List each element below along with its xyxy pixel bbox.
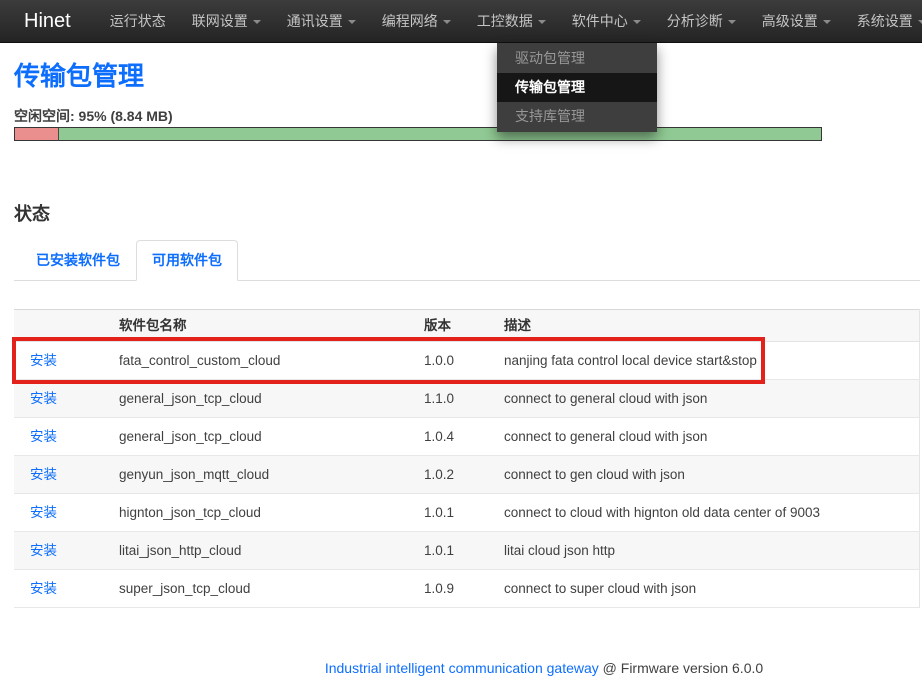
top-navbar: Hinet 运行状态 联网设置 通讯设置 编程网络 工控数据 软件中心 分析诊断 高级设置 系统… [0, 0, 922, 43]
nav-item-8[interactable]: 高级设置 [749, 0, 844, 42]
description-cell: connect to cloud with hignton old data c… [494, 494, 920, 532]
main-menu: 运行状态联网设置通讯设置编程网络工控数据软件中心分析诊断高级设置系统设置退出 [97, 0, 922, 42]
chevron-down-icon [348, 20, 356, 24]
page: Hinet 运行状态 联网设置 通讯设置 编程网络 工控数据 软件中心 分析诊断 高级设置 系统… [0, 0, 922, 689]
nav-item-label: 高级设置 [762, 13, 818, 29]
nav-item-5[interactable]: 工控数据 [464, 0, 559, 42]
firmware-version-text: @ Firmware version 6.0.0 [599, 660, 763, 676]
version-cell: 1.0.9 [414, 570, 494, 608]
description-cell: litai cloud json http [494, 532, 920, 570]
dropdown-item-3[interactable]: 支持库管理 [497, 102, 657, 131]
install-link[interactable]: 安装 [30, 391, 57, 406]
package-name-cell: fata_control_custom_cloud [109, 342, 414, 380]
chevron-down-icon [538, 20, 546, 24]
page-footer: Industrial intelligent communication gat… [90, 660, 922, 676]
main-content: 传输包管理 空闲空间: 95% (8.84 MB) 状态 已安装软件包可用软件包… [0, 60, 922, 676]
install-link[interactable]: 安装 [30, 467, 57, 482]
description-cell: connect to general cloud with json [494, 380, 920, 418]
nav-item-2[interactable]: 联网设置 [179, 0, 274, 42]
chevron-down-icon [728, 20, 736, 24]
version-cell: 1.0.1 [414, 494, 494, 532]
version-cell: 1.1.0 [414, 380, 494, 418]
nav-item-9[interactable]: 系统设置 [844, 0, 922, 42]
free-space-label: 空闲空间: 95% (8.84 MB) [14, 108, 922, 124]
package-tabs: 已安装软件包可用软件包 [14, 240, 920, 281]
version-cell: 1.0.0 [414, 342, 494, 380]
nav-item-label: 联网设置 [192, 13, 248, 29]
package-name-cell: hignton_json_tcp_cloud [109, 494, 414, 532]
package-name-cell: general_json_tcp_cloud [109, 380, 414, 418]
install-link[interactable]: 安装 [30, 543, 57, 558]
table-row: 安装 genyun_json_mqtt_cloud1.0.2connect to … [14, 456, 920, 494]
table-row: 安装 hignton_json_tcp_cloud1.0.1connect to … [14, 494, 920, 532]
version-cell: 1.0.1 [414, 532, 494, 570]
used-space-segment [15, 128, 59, 140]
package-name-cell: litai_json_http_cloud [109, 532, 414, 570]
chevron-down-icon [443, 20, 451, 24]
header-version: 版本 [414, 310, 494, 342]
software-center-dropdown: 驱动包管理传输包管理支持库管理 [497, 43, 657, 132]
package-name-cell: general_json_tcp_cloud [109, 418, 414, 456]
nav-item-7[interactable]: 分析诊断 [654, 0, 749, 42]
nav-item-label: 工控数据 [477, 13, 533, 29]
version-cell: 1.0.4 [414, 418, 494, 456]
install-link[interactable]: 安装 [30, 581, 57, 596]
package-name-cell: genyun_json_mqtt_cloud [109, 456, 414, 494]
table-row: 安装 general_json_tcp_cloud1.0.4connect to … [14, 418, 920, 456]
nav-item-label: 分析诊断 [667, 13, 723, 29]
status-heading: 状态 [14, 203, 922, 225]
header-package-name: 软件包名称 [109, 310, 414, 342]
nav-item-3[interactable]: 通讯设置 [274, 0, 369, 42]
install-link[interactable]: 安装 [30, 505, 57, 520]
nav-item-4[interactable]: 编程网络 [369, 0, 464, 42]
nav-item-label: 通讯设置 [287, 13, 343, 29]
chevron-down-icon [823, 20, 831, 24]
table-row: 安装 super_json_tcp_cloud1.0.9connect to su… [14, 570, 920, 608]
install-link[interactable]: 安装 [30, 429, 57, 444]
description-cell: connect to general cloud with json [494, 418, 920, 456]
header-install [14, 310, 109, 342]
package-name-cell: super_json_tcp_cloud [109, 570, 414, 608]
tab-available-packages[interactable]: 可用软件包 [136, 240, 238, 281]
free-space-progressbar [14, 127, 822, 141]
table-row: 安装 general_json_tcp_cloud1.1.0connect to … [14, 380, 920, 418]
packages-table: 软件包名称 版本 描述 安装fata_control_custom_cloud1… [14, 309, 920, 608]
chevron-down-icon [918, 20, 922, 24]
description-cell: connect to gen cloud with json [494, 456, 920, 494]
chevron-down-icon [253, 20, 261, 24]
description-cell: connect to super cloud with json [494, 570, 920, 608]
brand-logo[interactable]: Hinet [0, 0, 81, 42]
table-row-highlighted: 安装 fata_control_custom_cloud1.0.0nanjing … [14, 342, 920, 380]
header-description: 描述 [494, 310, 920, 342]
version-cell: 1.0.2 [414, 456, 494, 494]
description-cell: nanjing fata control local device start&… [494, 342, 920, 380]
page-title: 传输包管理 [14, 60, 922, 92]
free-space-segment [59, 128, 821, 140]
dropdown-item-2[interactable]: 传输包管理 [497, 73, 657, 102]
install-link[interactable]: 安装 [30, 353, 57, 368]
table-header-row: 软件包名称 版本 描述 [14, 310, 920, 342]
nav-item-label: 运行状态 [110, 13, 166, 29]
nav-item-6[interactable]: 软件中心 [559, 0, 654, 42]
gateway-link[interactable]: Industrial intelligent communication gat… [325, 660, 599, 676]
tab-installed-packages[interactable]: 已安装软件包 [20, 240, 136, 281]
nav-item-label: 编程网络 [382, 13, 438, 29]
nav-item-label: 软件中心 [572, 13, 628, 29]
dropdown-item-1[interactable]: 驱动包管理 [497, 44, 657, 73]
nav-item-label: 系统设置 [857, 13, 913, 29]
table-row: 安装 litai_json_http_cloud1.0.1litai cloud … [14, 532, 920, 570]
chevron-down-icon [633, 20, 641, 24]
nav-item-1[interactable]: 运行状态 [97, 0, 179, 42]
